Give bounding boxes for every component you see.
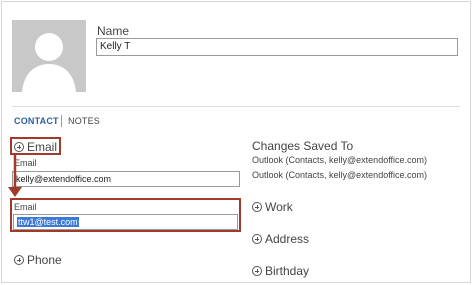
- add-phone-label: Phone: [27, 253, 62, 267]
- add-birthday-button[interactable]: Birthday: [252, 264, 309, 278]
- avatar[interactable]: [12, 20, 86, 92]
- selected-email-text: ttw1@test.com: [17, 217, 79, 227]
- changes-saved-title: Changes Saved To: [252, 139, 354, 153]
- plus-circle-icon: [252, 266, 262, 276]
- tab-contact[interactable]: CONTACT: [14, 116, 59, 126]
- email-field[interactable]: kelly@extendoffice.com: [12, 171, 240, 187]
- email2-field-label: Email: [14, 202, 37, 212]
- arrow-down-icon: [8, 155, 22, 197]
- plus-circle-icon: [14, 255, 24, 265]
- add-address-label: Address: [265, 232, 310, 246]
- plus-circle-icon: [252, 234, 262, 244]
- tab-notes[interactable]: NOTES: [68, 116, 100, 126]
- add-phone-button[interactable]: Phone: [14, 253, 62, 267]
- email2-field[interactable]: ttw1@test.com: [13, 214, 238, 230]
- email-add-highlight: [10, 137, 61, 155]
- person-silhouette-icon: [22, 33, 76, 92]
- add-work-label: Work: [265, 200, 293, 214]
- add-work-button[interactable]: Work: [252, 200, 293, 214]
- tab-separator: [61, 115, 62, 127]
- name-label: Name: [97, 24, 130, 38]
- add-birthday-label: Birthday: [265, 264, 310, 278]
- saved-to-line: Outlook (Contacts, kelly@extendoffice.co…: [252, 170, 428, 180]
- header-divider: [12, 106, 460, 107]
- plus-circle-icon: [252, 202, 262, 212]
- saved-to-line: Outlook (Contacts, kelly@extendoffice.co…: [252, 155, 428, 165]
- name-input[interactable]: Kelly T: [96, 38, 458, 56]
- add-address-button[interactable]: Address: [252, 232, 309, 246]
